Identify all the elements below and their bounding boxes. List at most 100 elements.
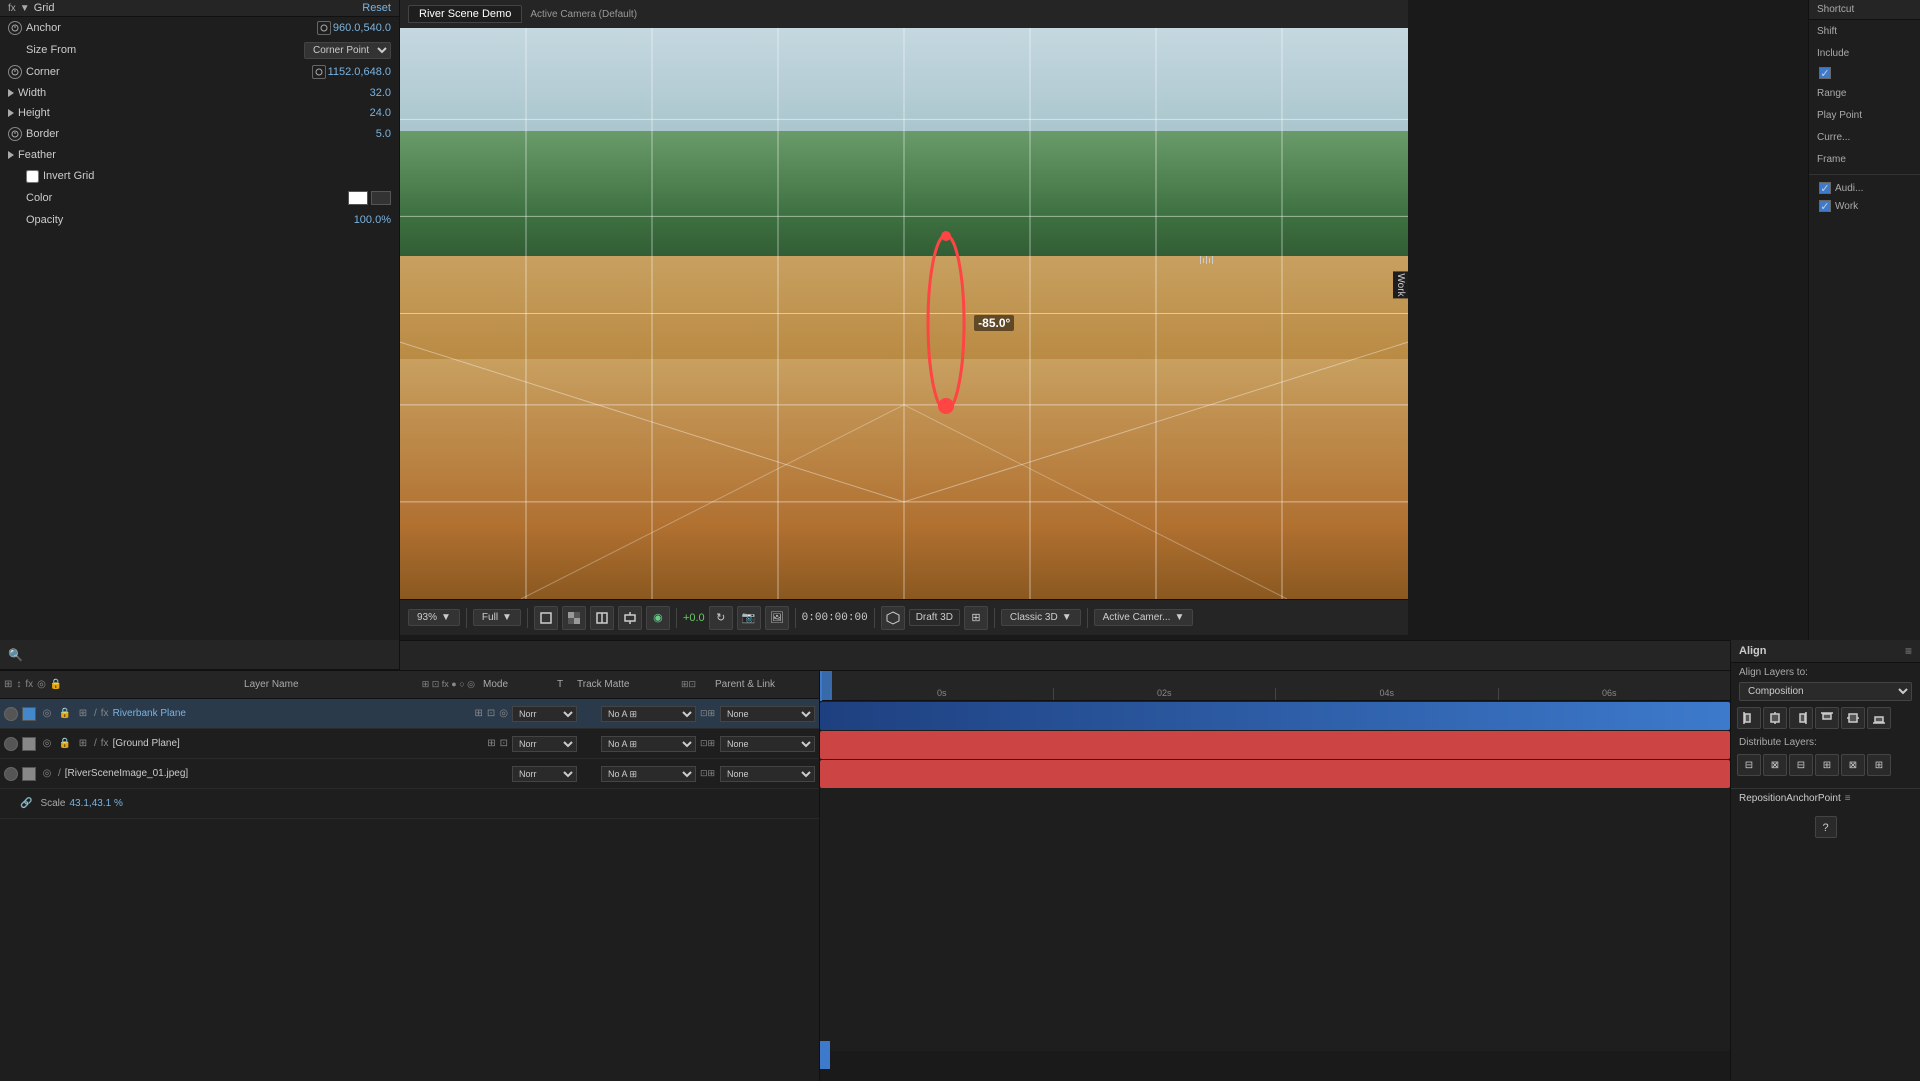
border-stopwatch-icon[interactable] xyxy=(8,127,22,141)
dist-top-button[interactable]: ⊞ xyxy=(1815,754,1839,776)
align-center-h-button[interactable] xyxy=(1763,707,1787,729)
layer-1-3d[interactable]: ⊡ xyxy=(487,708,495,719)
layer-2-fx[interactable]: fx xyxy=(101,738,109,749)
layer-2-solo[interactable]: ◎ xyxy=(40,737,54,751)
timeline-bar-2[interactable] xyxy=(820,731,1730,759)
layer-1-solo[interactable]: ◎ xyxy=(40,707,54,721)
layer-3-solo[interactable]: ◎ xyxy=(40,767,54,781)
layer-1-switch1[interactable]: / xyxy=(94,708,97,719)
layer-1-guides[interactable]: ◎ xyxy=(499,708,508,719)
reset-button[interactable]: Reset xyxy=(362,2,391,14)
anchor-value[interactable]: 960.0,540.0 xyxy=(333,22,391,34)
dist-center-h-button[interactable]: ⊠ xyxy=(1763,754,1787,776)
question-button[interactable]: ? xyxy=(1815,816,1837,838)
reposition-menu-icon[interactable]: ≡ xyxy=(1845,793,1851,804)
3d-view-options-button[interactable]: ⊞ xyxy=(964,606,988,630)
align-left-button[interactable] xyxy=(1737,707,1761,729)
anchor-link-icon[interactable] xyxy=(317,21,331,35)
layer-2-vis-btn[interactable] xyxy=(4,737,18,751)
layer-2-mode[interactable]: Norr xyxy=(512,736,577,752)
layer-1-mode[interactable]: Norr xyxy=(512,706,577,722)
lch-solo-icon[interactable]: ◎ xyxy=(37,679,46,690)
snapshot-button[interactable]: 📷 xyxy=(737,606,761,630)
viewport-tab-river-scene[interactable]: River Scene Demo xyxy=(408,5,522,23)
align-menu-icon[interactable]: ≡ xyxy=(1905,644,1912,658)
feather-toggle[interactable]: Feather xyxy=(0,145,399,165)
align-to-dropdown[interactable]: Composition xyxy=(1739,682,1912,701)
lch-add-icon[interactable]: ⊞ xyxy=(4,679,12,690)
timeline-bar-1[interactable] xyxy=(820,702,1730,730)
color-swatch-white[interactable] xyxy=(348,191,368,205)
show-snapshot-button[interactable]: 🖼 xyxy=(765,606,789,630)
layer-3-parent[interactable]: None xyxy=(720,766,815,782)
layer-1-track[interactable]: No A ⊞ xyxy=(601,706,696,722)
align-top-button[interactable] xyxy=(1815,707,1839,729)
align-right-button[interactable] xyxy=(1789,707,1813,729)
width-toggle[interactable]: Width 32.0 xyxy=(0,83,399,103)
color-swatch-black[interactable] xyxy=(371,191,391,205)
props-include-checkbox[interactable]: ✓ xyxy=(1819,67,1831,79)
anchor-stopwatch-icon[interactable] xyxy=(8,21,22,35)
layer-1-vis-btn[interactable] xyxy=(4,707,18,721)
layer-row-1[interactable]: ◎ 🔒 ⊞ / fx Riverbank Plane ⊞ ⊡ ◎ Norr No… xyxy=(0,699,819,729)
dist-bottom-button[interactable]: ⊞ xyxy=(1867,754,1891,776)
zoom-dropdown[interactable]: 93% ▼ xyxy=(408,609,460,626)
corner-stopwatch-icon[interactable] xyxy=(8,65,22,79)
layer-2-transform[interactable]: ⊞ xyxy=(487,738,495,749)
layer-1-name[interactable]: Riverbank Plane xyxy=(113,708,471,719)
transparency-grid-button[interactable] xyxy=(562,606,586,630)
dist-right-button[interactable]: ⊟ xyxy=(1789,754,1813,776)
lch-lock-icon[interactable]: 🔒 xyxy=(50,679,62,690)
layer-1-lock[interactable]: 🔒 xyxy=(58,707,72,721)
anchor-row: Anchor 960.0,540.0 xyxy=(0,17,399,39)
guides-button[interactable] xyxy=(618,606,642,630)
3d-view-dropdown[interactable]: Classic 3D ▼ xyxy=(1001,609,1081,626)
scale-value[interactable]: 43.1,43.1 % xyxy=(69,798,122,809)
search-input-bottom[interactable] xyxy=(27,649,391,661)
layer-row-2[interactable]: ◎ 🔒 ⊞ / fx [Ground Plane] ⊞ ⊡ Norr No A … xyxy=(0,729,819,759)
dist-left-button[interactable]: ⊟ xyxy=(1737,754,1761,776)
layer-3-vis-btn[interactable] xyxy=(4,767,18,781)
region-of-interest-button[interactable] xyxy=(534,606,558,630)
corner-link-icon[interactable] xyxy=(312,65,326,79)
timeline-bar-3[interactable] xyxy=(820,760,1730,788)
align-bottom-button[interactable] xyxy=(1867,707,1891,729)
draft-3d-button[interactable]: Draft 3D xyxy=(909,609,960,626)
lch-select-icon[interactable]: ↕ xyxy=(16,679,21,690)
lch-fx-icon[interactable]: fx xyxy=(25,679,33,690)
camera-view-dropdown[interactable]: Active Camer... ▼ xyxy=(1094,609,1194,626)
3d-renderer-button[interactable] xyxy=(881,606,905,630)
align-center-v-button[interactable] xyxy=(1841,707,1865,729)
invert-grid-checkbox[interactable] xyxy=(26,170,39,183)
layer-2-switch1[interactable]: / xyxy=(94,738,97,749)
layer-2-3d[interactable]: ⊡ xyxy=(500,738,508,749)
layer-1-transform[interactable]: ⊞ xyxy=(474,708,482,719)
layer-2-collapse[interactable]: ⊞ xyxy=(76,737,90,751)
border-value[interactable]: 5.0 xyxy=(376,128,391,140)
color-correction-button[interactable]: ◉ xyxy=(646,606,670,630)
pixel-aspect-button[interactable] xyxy=(590,606,614,630)
height-toggle[interactable]: Height 24.0 xyxy=(0,103,399,123)
layer-row-3[interactable]: ◎ / [RiverSceneImage_01.jpeg] Norr No A … xyxy=(0,759,819,789)
props-work-checkbox[interactable]: ✓ xyxy=(1819,200,1831,212)
layer-2-parent[interactable]: None xyxy=(720,736,815,752)
viewport-content[interactable]: -85.0° Work xyxy=(400,28,1408,599)
size-from-dropdown[interactable]: Corner Point xyxy=(304,42,391,59)
layer-3-track[interactable]: No A ⊞ xyxy=(601,766,696,782)
dist-center-v-button[interactable]: ⊠ xyxy=(1841,754,1865,776)
resolution-dropdown[interactable]: Full ▼ xyxy=(473,609,521,626)
layer-1-fx[interactable]: fx xyxy=(101,708,109,719)
layer-2-track[interactable]: No A ⊞ xyxy=(601,736,696,752)
props-audio-checkbox[interactable]: ✓ xyxy=(1819,182,1831,194)
layer-3-name[interactable]: [RiverSceneImage_01.jpeg] xyxy=(65,768,508,779)
reposition-anchor-label[interactable]: RepositionAnchorPoint ≡ xyxy=(1739,793,1912,804)
layer-2-lock[interactable]: 🔒 xyxy=(58,737,72,751)
layer-3-mode[interactable]: Norr xyxy=(512,766,577,782)
opacity-value[interactable]: 100.0% xyxy=(354,214,391,226)
layer-1-collapse[interactable]: ⊞ xyxy=(76,707,90,721)
layer-2-name[interactable]: [Ground Plane] xyxy=(113,738,484,749)
sync-button[interactable]: ↻ xyxy=(709,606,733,630)
layer-1-parent[interactable]: None xyxy=(720,706,815,722)
corner-value[interactable]: 1152.0,648.0 xyxy=(328,66,391,78)
rotation-handle[interactable]: -85.0° xyxy=(924,228,968,418)
